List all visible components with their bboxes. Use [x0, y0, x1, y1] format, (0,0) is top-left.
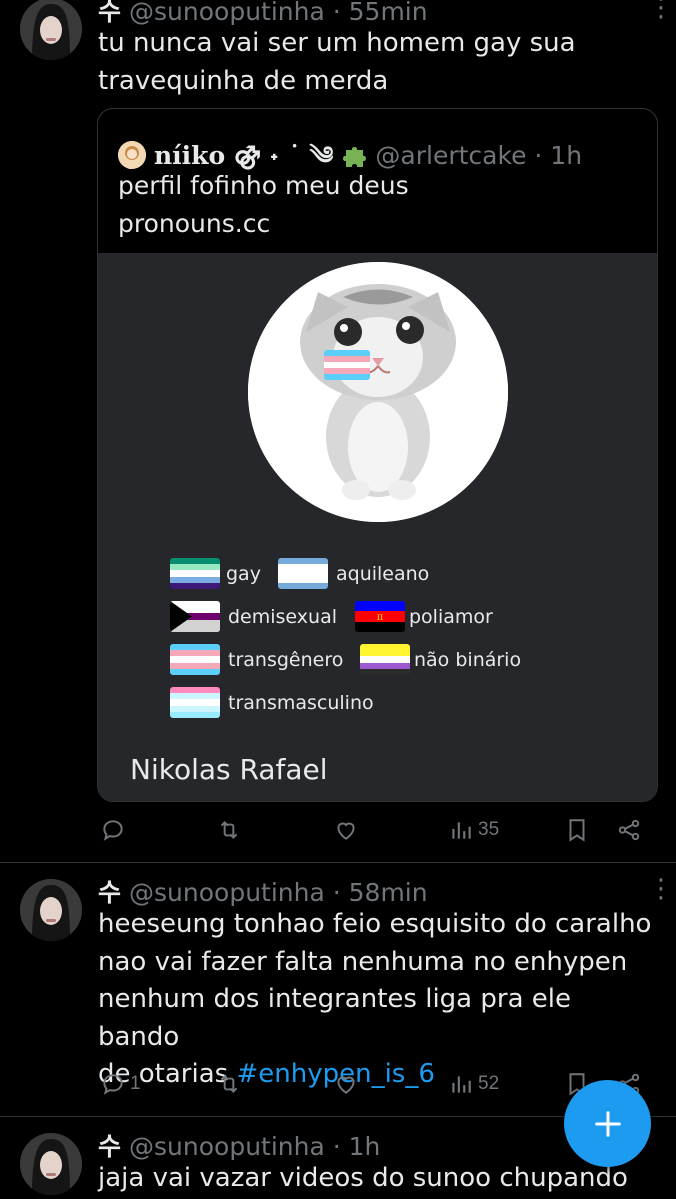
tweet-header: 수 @sunooputinha · 1h	[98, 1127, 380, 1163]
nonbinary-flag-icon	[360, 644, 410, 675]
reply-button[interactable]: 1	[100, 1071, 141, 1097]
tweet-text: tu nunca vai ser um homem gay sua traveq…	[98, 28, 576, 96]
like-button[interactable]	[333, 817, 363, 843]
tweet-time[interactable]: · 58min	[333, 878, 428, 907]
heart-icon	[337, 1076, 355, 1094]
reply-icon	[103, 820, 123, 841]
author-name[interactable]: 수	[98, 878, 121, 907]
quote-media-image[interactable]: gay aquileano demisexual π poliamor tran…	[98, 253, 657, 801]
quote-author-name[interactable]: níiko ⚣ ˖ ˙ ༄	[154, 141, 333, 170]
views-icon	[452, 1076, 471, 1093]
more-options-icon[interactable]: ⋮	[648, 875, 674, 901]
svg-text:π: π	[377, 612, 384, 623]
retweet-icon	[220, 821, 238, 839]
more-options-icon[interactable]: ⋮	[648, 0, 674, 20]
author-name[interactable]: 수	[98, 0, 121, 26]
views-button[interactable]: 52	[448, 1071, 499, 1097]
poliamor-flag-icon: π	[355, 601, 405, 632]
author-handle[interactable]: @sunooputinha	[129, 878, 325, 907]
aquileano-flag-icon	[278, 558, 328, 589]
author-handle[interactable]: @sunooputinha	[129, 0, 325, 26]
reply-icon	[103, 1074, 123, 1095]
compose-button[interactable]	[564, 1080, 651, 1167]
views-button[interactable]: 35	[448, 817, 499, 843]
puzzle-emoji-icon	[343, 142, 369, 168]
quote-time: · 1h	[534, 141, 583, 170]
heart-icon	[337, 822, 355, 840]
avatar[interactable]	[20, 1133, 82, 1195]
avatar[interactable]	[20, 0, 82, 60]
retweet-button[interactable]	[216, 1071, 246, 1097]
author-handle[interactable]: @sunooputinha	[129, 1132, 325, 1161]
reply-button[interactable]	[100, 817, 130, 843]
plus-icon	[594, 1110, 621, 1137]
transgender-flag-icon	[170, 644, 220, 675]
profile-display-name: Nikolas Rafael	[130, 753, 328, 786]
bookmark-button[interactable]	[564, 817, 590, 843]
retweet-icon	[220, 1075, 238, 1093]
tweet-header: 수 @sunooputinha · 58min	[98, 873, 428, 909]
bookmark-icon	[569, 819, 585, 842]
tweet-time[interactable]: · 1h	[333, 1132, 381, 1161]
share-icon	[618, 819, 640, 841]
retweet-button[interactable]	[216, 817, 246, 843]
tweet-actions: 1 52	[100, 1071, 646, 1101]
gay-flag-icon	[170, 558, 220, 589]
tweet-text: jaja vai vazar videos do sunoo chupando	[98, 1163, 628, 1193]
author-name[interactable]: 수	[98, 1132, 121, 1161]
tweet-1[interactable]: 수 @sunooputinha · 55min ⋮ tu nunca vai se…	[0, 0, 676, 862]
views-icon	[452, 822, 471, 839]
like-button[interactable]	[333, 1071, 363, 1097]
quote-author-handle[interactable]: @arlertcake	[375, 141, 526, 170]
avatar[interactable]	[20, 879, 82, 941]
share-button[interactable]	[616, 817, 642, 843]
profile-picture-cat	[248, 262, 508, 522]
tweet-time[interactable]: · 55min	[333, 0, 428, 26]
quoted-tweet[interactable]: níiko ⚣ ˖ ˙ ༄ @arlertcake · 1h perfil fof…	[97, 108, 658, 802]
tweet-text: heeseung tonhao feio esquisito do caralh…	[98, 909, 652, 1089]
demisexual-flag-icon	[170, 601, 220, 632]
tweet-2[interactable]: 수 @sunooputinha · 58min ⋮ heeseung tonhao…	[0, 863, 676, 1116]
quote-avatar	[118, 141, 146, 169]
transmasculine-flag-icon	[170, 687, 220, 718]
quote-text: perfil fofinho meu deus pronouns.cc	[118, 171, 409, 238]
tweet-actions: 35	[100, 817, 646, 847]
tweet-header: 수 @sunooputinha · 55min	[98, 0, 428, 28]
